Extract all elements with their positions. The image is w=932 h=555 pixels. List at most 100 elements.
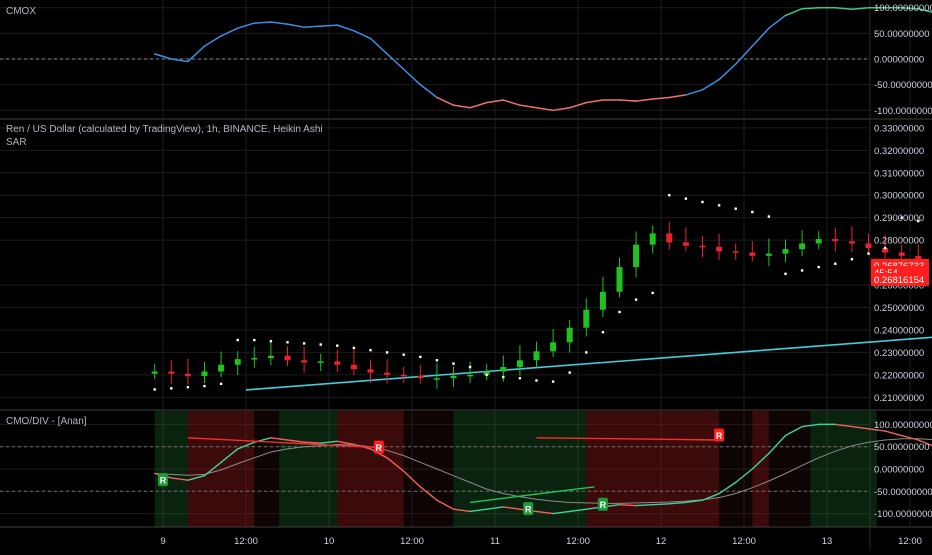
candle-body[interactable]	[550, 342, 556, 351]
price-axis-label[interactable]: 0.29000000	[874, 213, 924, 224]
sar-dot	[602, 331, 604, 333]
candle-body[interactable]	[168, 371, 174, 373]
cmox-segment[interactable]	[802, 8, 819, 9]
candle-body[interactable]	[285, 356, 291, 360]
price-axis-label[interactable]: 0.30000000	[874, 191, 924, 202]
time-axis-label[interactable]: 10	[324, 536, 335, 547]
sar-dot	[336, 344, 338, 346]
price-axis-label[interactable]: 50.00000000	[874, 29, 929, 40]
candle-body[interactable]	[517, 360, 523, 367]
symbol-label: Ren / US Dollar (calculated by TradingVi…	[6, 124, 323, 135]
price-axis-label[interactable]: 0.28000000	[874, 236, 924, 247]
time-axis-label[interactable]: 12:00	[234, 536, 258, 547]
sar-dot	[502, 376, 504, 378]
chart-root: RRRRR 100.0000000050.000000000.00000000-…	[0, 0, 932, 555]
cmo-segment[interactable]	[653, 504, 670, 505]
time-axis-label[interactable]: 12:00	[400, 536, 424, 547]
sar-dot	[585, 351, 587, 353]
time-axis-label[interactable]: 12	[656, 536, 667, 547]
candle-body[interactable]	[849, 241, 855, 243]
candle-body[interactable]	[500, 367, 506, 371]
cmox-segment[interactable]	[620, 100, 637, 101]
price-axis-label[interactable]: 0.21000000	[874, 393, 924, 404]
candle-body[interactable]	[202, 371, 208, 375]
candle-body[interactable]	[700, 246, 706, 248]
cmox-segment[interactable]	[321, 25, 338, 26]
time-axis-label[interactable]: 12:00	[732, 536, 756, 547]
candle-body[interactable]	[384, 373, 390, 375]
candle-body[interactable]	[235, 359, 241, 365]
candle-body[interactable]	[749, 252, 755, 255]
sar-dot	[652, 292, 654, 294]
price-axis-label[interactable]: 0.33000000	[874, 123, 924, 134]
price-axis-label[interactable]: 0.23000000	[874, 348, 924, 359]
candle-body[interactable]	[799, 244, 805, 250]
price-axis-label[interactable]: 0.00000000	[874, 465, 924, 476]
price-axis-label[interactable]: 0.22000000	[874, 370, 924, 381]
trading-chart[interactable]: RRRRR 100.0000000050.000000000.00000000-…	[0, 0, 932, 550]
price-axis-label[interactable]: -100.00000000	[874, 509, 932, 520]
candle-body[interactable]	[766, 254, 772, 256]
candle-body[interactable]	[185, 374, 191, 376]
price-tags: 0.2687673345:540.26816154	[871, 259, 929, 286]
candle-body[interactable]	[816, 239, 822, 243]
candle-body[interactable]	[600, 292, 606, 310]
candle-body[interactable]	[268, 356, 274, 358]
sar-dot	[403, 353, 405, 355]
price-axis-label[interactable]: 0.00000000	[874, 55, 924, 66]
candle-body[interactable]	[417, 376, 423, 378]
candle-body[interactable]	[650, 233, 656, 244]
cmo-segment[interactable]	[620, 505, 637, 506]
time-axis-label[interactable]: 12:00	[898, 536, 922, 547]
candle-body[interactable]	[716, 247, 722, 251]
candle-body[interactable]	[783, 249, 789, 253]
price-axis-label[interactable]: -100.00000000	[874, 106, 932, 117]
divergence-marker-label: R	[376, 443, 383, 453]
sar-dot	[867, 252, 869, 254]
price-axis-label[interactable]: 0.31000000	[874, 168, 924, 179]
candle-body[interactable]	[218, 365, 224, 372]
candle-body[interactable]	[251, 358, 257, 360]
candle-body[interactable]	[633, 245, 639, 267]
candle-body[interactable]	[617, 267, 623, 292]
candle-body[interactable]	[451, 376, 457, 378]
div-zone-bear	[752, 411, 769, 527]
time-axis-label[interactable]: 12:00	[566, 536, 590, 547]
div-zone-neutral	[769, 411, 811, 527]
candle-body[interactable]	[351, 365, 357, 369]
candle-body[interactable]	[567, 328, 573, 343]
candle-body[interactable]	[683, 242, 689, 245]
sar-dot	[701, 201, 703, 203]
candle-body[interactable]	[434, 378, 440, 380]
candle-body[interactable]	[467, 375, 473, 377]
candle-body[interactable]	[666, 233, 672, 242]
price-axis-label[interactable]: 100.00000000	[874, 3, 932, 14]
price-axis-label[interactable]: 0.32000000	[874, 146, 924, 157]
candle-body[interactable]	[899, 252, 905, 255]
time-axis-label[interactable]: 13	[822, 536, 833, 547]
price-axis-label[interactable]: 0.25000000	[874, 303, 924, 314]
time-axis-label[interactable]: 9	[160, 536, 165, 547]
price-axis-label[interactable]: -50.00000000	[874, 80, 932, 91]
candle-body[interactable]	[318, 361, 324, 363]
candle-body[interactable]	[152, 371, 158, 373]
price-axis-label[interactable]: 50.00000000	[874, 442, 929, 453]
candle-body[interactable]	[832, 239, 838, 241]
cmo-segment[interactable]	[636, 505, 653, 506]
candle-body[interactable]	[583, 310, 589, 328]
candle-body[interactable]	[301, 360, 307, 362]
cmox-segment[interactable]	[254, 22, 271, 23]
time-axis-label[interactable]: 11	[490, 536, 500, 547]
cmo-segment[interactable]	[304, 442, 321, 443]
candle-body[interactable]	[534, 351, 540, 360]
price-axis-label[interactable]: -50.00000000	[874, 487, 932, 498]
candle-body[interactable]	[334, 361, 340, 364]
candle-body[interactable]	[866, 244, 872, 248]
price-axis-label[interactable]: 100.00000000	[874, 420, 932, 431]
candle-body[interactable]	[368, 369, 374, 372]
candle-body[interactable]	[401, 375, 407, 377]
cmox-segment[interactable]	[304, 26, 321, 27]
candle-body[interactable]	[915, 256, 921, 259]
price-axis-label[interactable]: 0.24000000	[874, 325, 924, 336]
candle-body[interactable]	[733, 251, 739, 253]
